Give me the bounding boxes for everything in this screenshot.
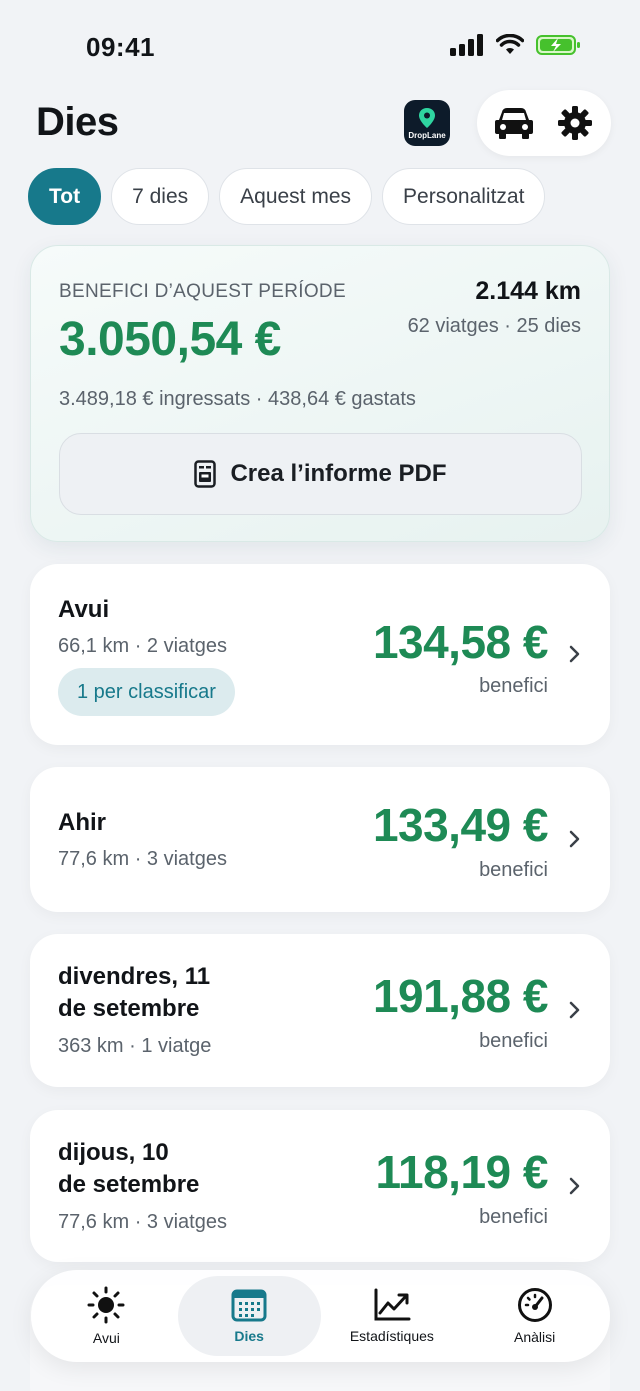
tab-label: Estadístiques (349, 1328, 434, 1344)
day-card-friday-11[interactable]: divendres, 11 de setembre 363 km · 1 via… (30, 934, 610, 1087)
day-title: dijous, 10 de setembre (58, 1137, 199, 1201)
day-title: Ahir (58, 809, 106, 836)
period-profit: 3.050,54 € (59, 313, 281, 366)
clock: 09:41 (86, 32, 155, 62)
calendar-icon (231, 1289, 267, 1322)
chart-icon (374, 1288, 411, 1321)
day-card-thursday-10[interactable]: dijous, 10 de setembre 77,6 km · 3 viatg… (30, 1110, 610, 1262)
period-summary-card: BENEFICI D’AQUEST PERÍODE 3.050,54 € 2.1… (30, 245, 610, 542)
day-meta: 363 km · 1 viatge (58, 1035, 212, 1057)
gauge-icon (517, 1288, 552, 1322)
tab-today[interactable]: Avui (35, 1276, 178, 1356)
day-meta: 66,1 km · 2 viatges (58, 635, 227, 657)
tab-label: Dies (234, 1328, 264, 1344)
day-title-line2: de setembre (58, 995, 200, 1022)
day-title: Avui (58, 596, 110, 623)
filter-this-month[interactable]: Aquest mes (219, 168, 373, 225)
day-title-line1: dijous, 10 (58, 1139, 169, 1166)
create-pdf-report-label: Crea l’informe PDF (230, 460, 447, 487)
tab-analysis[interactable]: Anàlisi (463, 1276, 606, 1356)
day-profit: 118,19 € (375, 1146, 548, 1198)
chevron-right-icon (569, 645, 580, 663)
day-profit: 133,49 € (372, 799, 549, 851)
day-meta: 77,6 km · 3 viatges (58, 1211, 227, 1233)
battery-charging-icon (536, 35, 580, 55)
day-profit: 134,58 € (372, 616, 549, 668)
day-title: divendres, 11 de setembre (58, 961, 210, 1025)
app-logo: DropLane (404, 100, 450, 146)
sun-icon (87, 1286, 125, 1324)
map-pin-icon (419, 107, 435, 128)
filter-all[interactable]: Tot (28, 168, 102, 225)
page-title: Dies (36, 100, 119, 144)
tab-label: Anàlisi (514, 1329, 556, 1345)
car-icon (494, 108, 533, 139)
day-profit-label: benefici (479, 859, 548, 881)
period-trips-days: 62 viatges · 25 dies (407, 315, 581, 337)
status-icons (450, 34, 582, 56)
day-profit-label: benefici (479, 1206, 548, 1228)
create-pdf-report-button[interactable]: Crea l’informe PDF (59, 433, 582, 515)
filter-7-days[interactable]: 7 dies (111, 168, 210, 225)
chevron-right-icon (569, 830, 580, 848)
period-filters: Tot 7 dies Aquest mes Personalitzat (28, 168, 546, 225)
chevron-right-icon (569, 1177, 580, 1195)
tab-days[interactable]: Dies (177, 1276, 321, 1356)
tab-bar: Avui Dies Estadístiques Anàlisi (31, 1270, 610, 1362)
day-card-today[interactable]: Avui 66,1 km · 2 viatges 1 per classific… (30, 564, 610, 745)
day-meta: 77,6 km · 3 viatges (58, 848, 227, 870)
day-profit-label: benefici (479, 1030, 548, 1052)
unclassified-badge[interactable]: 1 per classificar (58, 668, 235, 716)
day-title-line1: divendres, 11 (58, 963, 211, 990)
filter-custom[interactable]: Personalitzat (382, 168, 546, 225)
wifi-icon (496, 34, 524, 54)
day-profit-label: benefici (479, 675, 548, 697)
vehicle-button[interactable] (486, 95, 542, 151)
period-label: BENEFICI D’AQUEST PERÍODE (59, 281, 346, 302)
day-profit: 191,88 € (372, 970, 549, 1022)
logo-text: DropLane (408, 130, 446, 140)
report-icon (194, 460, 217, 488)
settings-button[interactable] (547, 95, 603, 151)
period-breakdown: 3.489,18 € ingressats · 438,64 € gastats (59, 388, 416, 410)
gear-icon (557, 106, 592, 140)
day-card-yesterday[interactable]: Ahir 77,6 km · 3 viatges 133,49 € benefi… (30, 767, 610, 912)
chevron-right-icon (569, 1001, 580, 1019)
tab-statistics[interactable]: Estadístiques (321, 1276, 464, 1356)
header-actions (477, 90, 611, 156)
day-title-line2: de setembre (58, 1171, 200, 1198)
tab-label: Avui (92, 1330, 120, 1346)
cellular-signal-icon (450, 34, 483, 56)
status-bar: 09:41 (0, 0, 640, 92)
period-km: 2.144 km (475, 277, 581, 305)
